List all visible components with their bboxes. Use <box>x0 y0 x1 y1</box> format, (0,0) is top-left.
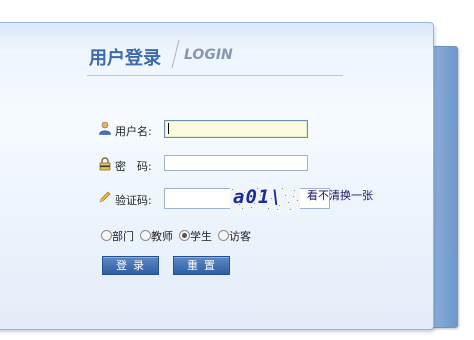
username-field[interactable] <box>164 120 308 138</box>
pencil-icon <box>98 189 112 203</box>
role-label: 教师 <box>151 230 173 243</box>
login-button[interactable]: 登录 <box>102 256 159 275</box>
page-subtitle: LOGIN <box>184 47 233 63</box>
text-caret <box>168 123 169 134</box>
password-label: 密 码: <box>115 160 152 173</box>
role-label: 学生 <box>190 230 212 243</box>
radio-button-selected[interactable] <box>179 230 190 241</box>
role-label: 访客 <box>229 230 251 243</box>
page-title: 用户登录 <box>89 48 161 69</box>
radio-button[interactable] <box>218 230 229 241</box>
role-label: 部门 <box>112 230 134 243</box>
role-option-department[interactable]: 部门 <box>101 228 134 244</box>
login-panel <box>0 22 434 330</box>
lock-icon <box>98 156 112 171</box>
title-divider <box>87 75 343 76</box>
captcha-label: 验证码: <box>115 194 152 207</box>
role-option-teacher[interactable]: 教师 <box>140 228 173 244</box>
user-icon <box>98 120 112 135</box>
radio-button[interactable] <box>140 230 151 241</box>
password-field[interactable] <box>164 155 308 171</box>
captcha-text: a01\ <box>233 186 283 208</box>
reset-button[interactable]: 重置 <box>173 256 230 275</box>
radio-button[interactable] <box>101 230 112 241</box>
captcha-image[interactable]: a01\ <box>230 186 300 211</box>
role-option-student[interactable]: 学生 <box>179 228 212 244</box>
refresh-captcha-link[interactable]: 看不清换一张 <box>307 187 373 203</box>
username-label: 用户名: <box>115 125 152 138</box>
role-option-visitor[interactable]: 访客 <box>218 228 251 244</box>
